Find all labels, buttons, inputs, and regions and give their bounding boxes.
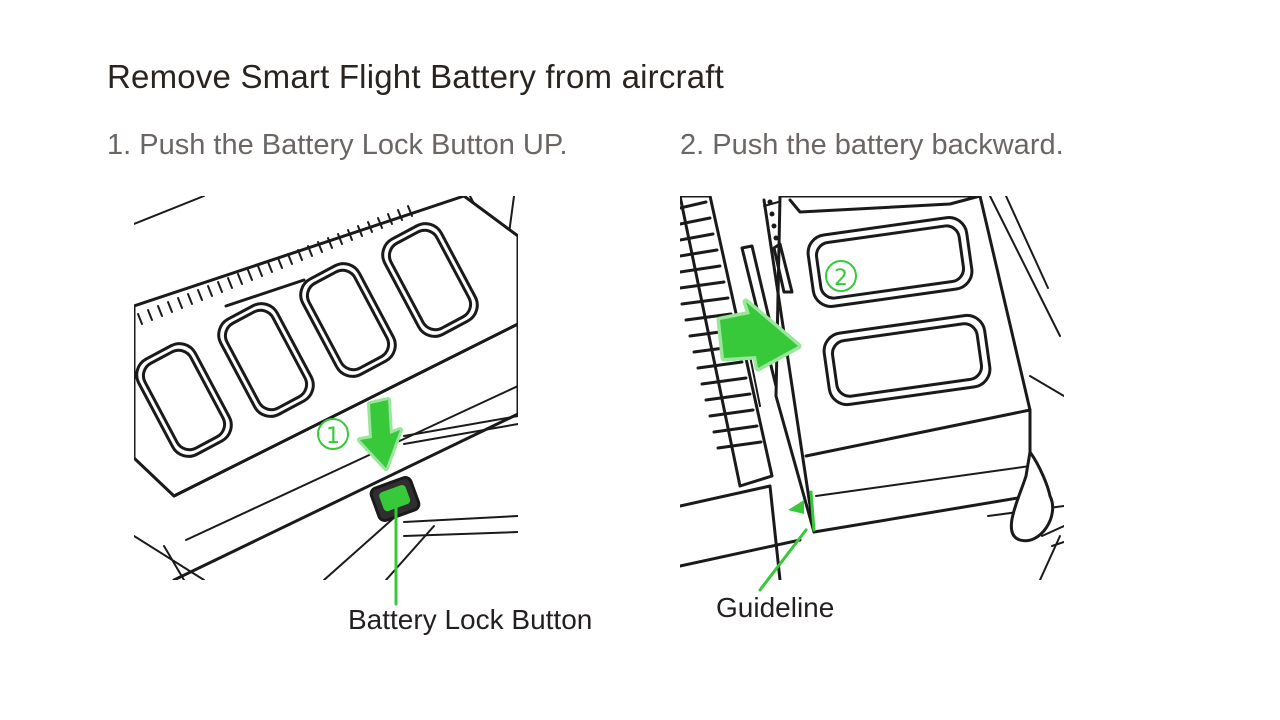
step-1-illustration: 1 xyxy=(134,196,518,580)
step-2-instruction: 2. Push the battery backward. xyxy=(680,129,1064,161)
guideline-marker-shape xyxy=(788,500,804,514)
page-title: Remove Smart Flight Battery from aircraf… xyxy=(107,58,725,95)
svg-text:2: 2 xyxy=(834,266,848,291)
step-1-instruction: 1. Push the Battery Lock Button UP. xyxy=(107,129,568,161)
step-2-illustration: 2 xyxy=(680,196,1064,580)
svg-text:1: 1 xyxy=(326,424,340,449)
battery-lock-button-label: Battery Lock Button xyxy=(348,604,593,635)
guideline-label: Guideline xyxy=(716,592,835,623)
